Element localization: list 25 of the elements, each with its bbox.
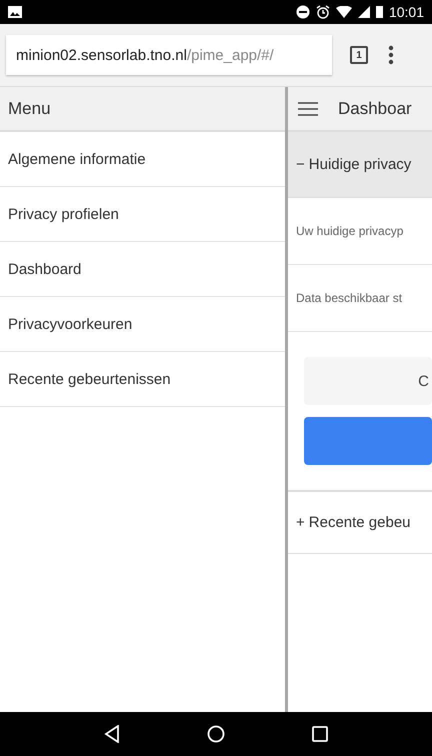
recents-icon[interactable] — [312, 726, 328, 742]
menu-icon[interactable] — [298, 102, 318, 116]
more-options-icon[interactable] — [388, 45, 394, 65]
menu-item[interactable]: Algemene informatie — [0, 132, 285, 187]
menu-item[interactable]: Privacy profielen — [0, 187, 285, 242]
info-text: Uw huidige privacyp — [288, 198, 432, 265]
wifi-icon — [336, 6, 352, 18]
menu-item[interactable]: Privacyvoorkeuren — [0, 297, 285, 352]
do-not-disturb-icon — [296, 5, 310, 19]
section-header[interactable]: − Huidige privacy — [288, 132, 432, 198]
menu-header: Menu — [0, 87, 285, 132]
home-icon[interactable] — [206, 725, 225, 743]
menu-item[interactable]: Dashboard — [0, 242, 285, 297]
clock-time: 10:01 — [388, 4, 424, 20]
battery-icon — [376, 6, 383, 18]
action-button[interactable]: C — [304, 357, 432, 405]
alarm-icon — [316, 5, 330, 19]
address-bar[interactable]: minion02.sensorlab.tno.nl/pime_app/#/ — [6, 35, 332, 75]
menu-item[interactable]: Recente gebeurtenissen — [0, 352, 285, 407]
info-text: Data beschikbaar st — [288, 265, 432, 332]
image-icon — [8, 6, 22, 18]
back-icon[interactable] — [104, 725, 120, 743]
signal-icon — [358, 6, 370, 18]
page-title: Dashboar — [338, 98, 412, 118]
tab-switcher-button[interactable]: 1 — [350, 46, 368, 64]
